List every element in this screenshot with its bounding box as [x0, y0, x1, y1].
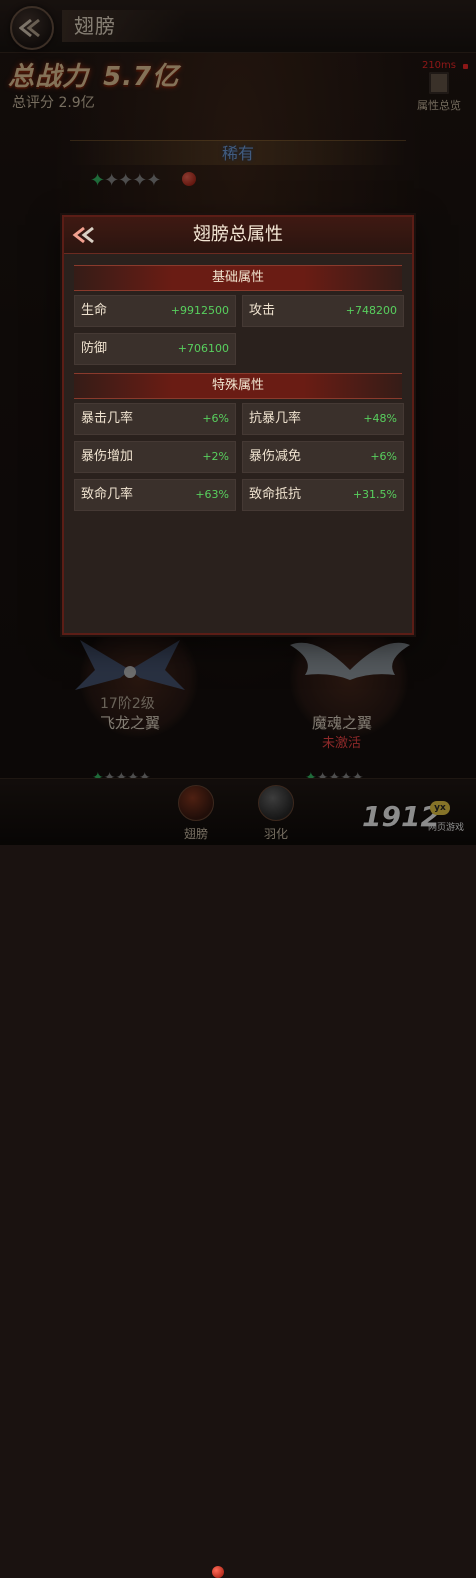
attribute-value: +31.5% — [352, 488, 397, 501]
attribute-cell: 暴伤减免 +6% — [242, 441, 404, 473]
attribute-value: +9912500 — [170, 304, 229, 317]
attribute-label: 暴伤减免 — [249, 449, 302, 464]
attribute-value: +2% — [202, 450, 229, 463]
attribute-cell: 致命抵抗 +31.5% — [242, 479, 404, 511]
attribute-label: 防御 — [81, 341, 108, 356]
modal-title: 翅膀总属性 — [193, 224, 283, 245]
attribute-cell: 生命 +9912500 — [74, 295, 236, 327]
section-header-special: 特殊属性 — [74, 373, 402, 399]
attribute-cell: 暴击几率 +6% — [74, 403, 236, 435]
attribute-value: +63% — [195, 488, 229, 501]
attribute-label: 暴击几率 — [81, 411, 134, 426]
attribute-value: +748200 — [345, 304, 397, 317]
attribute-label: 攻击 — [249, 303, 276, 318]
attribute-value: +6% — [370, 450, 397, 463]
notification-dot — [212, 1566, 224, 1578]
attribute-label: 致命几率 — [81, 487, 134, 502]
modal-header: 翅膀总属性 — [64, 217, 412, 254]
attribute-cell: 抗暴几率 +48% — [242, 403, 404, 435]
attribute-value: +706100 — [177, 342, 229, 355]
attribute-cell: 防御 +706100 — [74, 333, 236, 365]
section-header-basic: 基础属性 — [74, 265, 402, 291]
attribute-cell: 致命几率 +63% — [74, 479, 236, 511]
attribute-label: 生命 — [81, 303, 108, 318]
attribute-cell: 攻击 +748200 — [242, 295, 404, 327]
attribute-label: 抗暴几率 — [249, 411, 302, 426]
attribute-value: +6% — [202, 412, 229, 425]
attribute-label: 暴伤增加 — [81, 449, 134, 464]
attribute-cell: 暴伤增加 +2% — [74, 441, 236, 473]
attribute-value: +48% — [363, 412, 397, 425]
attribute-label: 致命抵抗 — [249, 487, 302, 502]
attributes-modal: 翅膀总属性 基础属性 生命 +9912500 攻击 +748200 防御 +70… — [62, 215, 414, 635]
